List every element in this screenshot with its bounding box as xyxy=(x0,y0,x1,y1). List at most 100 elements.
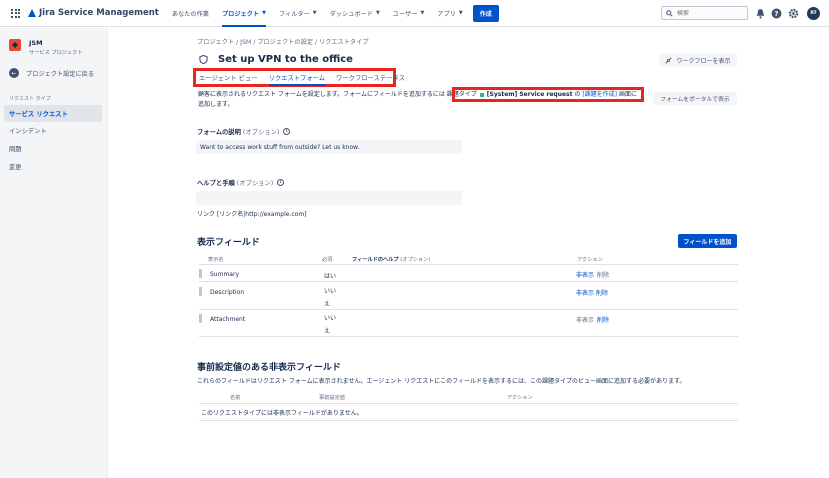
hide-field-link[interactable]: 非表示 削除 xyxy=(576,288,608,297)
field-name: Summary xyxy=(210,271,239,278)
sidebar-item-label: 変更 xyxy=(9,164,22,171)
settings-gear-icon[interactable] xyxy=(788,8,799,19)
search-icon xyxy=(666,9,673,17)
field-required: いいえ xyxy=(324,288,337,308)
hide-field-disabled: 非表示 xyxy=(576,317,595,324)
table-divider xyxy=(199,264,738,265)
sidebar-item-label: 問題 xyxy=(9,146,22,153)
nav-label: ユーザー xyxy=(392,10,418,18)
form-description-field[interactable]: Want to access work stuff from outside? … xyxy=(196,140,462,154)
link-format-hint: リンク [リンク名|http://example.com] xyxy=(197,211,307,218)
search-input[interactable] xyxy=(677,9,747,17)
sidebar-section-label: リクエスト タイプ xyxy=(9,96,51,102)
info-icon[interactable]: i xyxy=(277,179,285,186)
description-line2: 追加します。 xyxy=(198,101,234,108)
tab-agent-view[interactable]: エージェント ビュー xyxy=(199,71,258,84)
nav-dashboards[interactable]: ダッシュボード ▼ xyxy=(330,0,380,27)
help-instructions-field[interactable] xyxy=(196,191,462,205)
nav-label: プロジェクト xyxy=(221,10,260,18)
hide-label: 非表示 xyxy=(576,290,595,297)
search-box[interactable] xyxy=(661,6,748,20)
hidden-fields-subtitle: これらのフィールドはリクエスト フォームに表示されません。エージェント リクエス… xyxy=(197,378,686,385)
col-preset-value: 事前設定値 xyxy=(319,395,345,401)
nav-label: あなたの作業 xyxy=(171,10,209,18)
sidebar-item-label: サービス リクエスト xyxy=(9,111,68,118)
field-required: いいえ xyxy=(324,315,337,335)
nav-filters[interactable]: フィルター ▼ xyxy=(279,0,317,27)
delete-field-link[interactable]: 削除 xyxy=(597,315,609,324)
back-label: プロジェクト設定に戻る xyxy=(26,70,95,78)
nav-label: アプリ xyxy=(437,10,456,18)
col-field-help-label: フィールドのヘルプ xyxy=(352,257,399,263)
project-type: サービス プロジェクト xyxy=(29,50,83,56)
tab-workflow-statuses[interactable]: ワークフローステータス xyxy=(336,71,405,84)
sidebar-item-service-request[interactable]: サービス リクエスト xyxy=(4,105,102,122)
label-text: ヘルプと手順 xyxy=(197,180,235,187)
row-divider xyxy=(199,281,738,282)
field-required: はい xyxy=(324,273,337,280)
table-divider xyxy=(199,403,738,404)
col-display-name: 表示名 xyxy=(208,257,224,263)
notifications-bell-icon[interactable] xyxy=(755,8,766,19)
shield-icon xyxy=(199,55,208,64)
create-button[interactable]: 作成 xyxy=(472,4,499,22)
page-header: Set up VPN to the office xyxy=(199,54,353,65)
drag-handle-icon[interactable] xyxy=(199,287,202,296)
col-field-help-optional: (オプション) xyxy=(400,257,431,263)
chevron-down-icon: ▼ xyxy=(420,10,425,16)
hide-field-link[interactable]: 非表示 xyxy=(576,270,594,279)
page-title: Set up VPN to the office xyxy=(218,54,353,65)
back-to-project-settings[interactable]: ← プロジェクト設定に戻る xyxy=(9,68,94,78)
label-text: フォームの説明 xyxy=(197,129,241,136)
no-hidden-fields-message: このリクエストタイプには非表示フィールドがありません。 xyxy=(201,410,363,417)
arrow-left-icon: ← xyxy=(9,68,19,78)
request-type-tabs: エージェント ビュー リクエストフォーム ワークフローステータス xyxy=(193,68,405,87)
col-hidden-actions: アクション xyxy=(507,395,533,401)
jira-logo-icon xyxy=(28,9,36,17)
field-name: Attachment xyxy=(210,316,246,323)
col-name: 名前 xyxy=(230,395,241,401)
delete-field-link: 削除 xyxy=(597,272,610,279)
project-name: JSM xyxy=(29,39,43,47)
breadcrumb[interactable]: プロジェクト / JSM / プロジェクトの設定 / リクエストタイプ xyxy=(197,37,368,46)
drag-handle-icon[interactable] xyxy=(199,269,202,278)
product-logo[interactable]: Jira Service Management xyxy=(28,8,159,18)
user-avatar[interactable]: RT xyxy=(807,7,820,20)
product-name: Jira Service Management xyxy=(39,8,159,18)
chevron-down-icon: ▼ xyxy=(458,10,463,16)
sidebar-item-incident[interactable]: インシデント xyxy=(4,122,102,139)
nav-your-work[interactable]: あなたの作業 xyxy=(172,0,209,27)
drag-handle-icon[interactable] xyxy=(199,314,202,323)
nav-label: ダッシュボード xyxy=(329,10,373,18)
issue-type-highlight xyxy=(452,87,644,102)
svg-text:?: ? xyxy=(774,9,778,18)
help-icon[interactable]: ? xyxy=(771,8,782,19)
col-field-help: フィールドのヘルプ (オプション) xyxy=(352,256,430,263)
view-workflow-label: ワークフローを表示 xyxy=(676,57,731,65)
tab-request-form[interactable]: リクエストフォーム xyxy=(268,71,326,86)
view-workflow-button[interactable]: ワークフローを表示 xyxy=(659,53,737,67)
row-divider xyxy=(199,420,738,421)
optional-text: (オプション) xyxy=(236,180,274,187)
hidden-fields-heading: 事前設定値のある非表示フィールド xyxy=(197,363,341,373)
row-divider xyxy=(199,336,738,337)
sidebar-item-change[interactable]: 変更 xyxy=(4,158,102,175)
project-sidebar: JSM サービス プロジェクト ← プロジェクト設定に戻る リクエスト タイプ … xyxy=(0,28,108,478)
add-field-button[interactable]: フィールドを追加 xyxy=(678,234,737,248)
delete-field-link[interactable]: 削除 xyxy=(596,290,608,297)
nav-projects[interactable]: プロジェクト ▼ xyxy=(221,0,266,27)
row-divider xyxy=(199,309,738,310)
visible-fields-heading: 表示フィールド xyxy=(197,238,260,248)
nav-apps[interactable]: アプリ ▼ xyxy=(437,0,462,27)
workflow-icon xyxy=(665,56,673,64)
view-in-portal-button[interactable]: フォームをポータルで表示 xyxy=(653,92,737,105)
info-icon[interactable]: i xyxy=(283,128,291,135)
project-header[interactable]: JSM サービス プロジェクト xyxy=(9,39,83,56)
nav-people[interactable]: ユーザー ▼ xyxy=(393,0,425,27)
optional-text: (オプション) xyxy=(242,129,280,136)
app-switcher-icon[interactable] xyxy=(11,8,20,18)
help-instructions-label: ヘルプと手順 (オプション) i xyxy=(197,178,285,187)
sidebar-item-problem[interactable]: 問題 xyxy=(4,140,102,157)
chevron-down-icon: ▼ xyxy=(312,10,317,16)
col-actions: アクション xyxy=(577,257,603,263)
